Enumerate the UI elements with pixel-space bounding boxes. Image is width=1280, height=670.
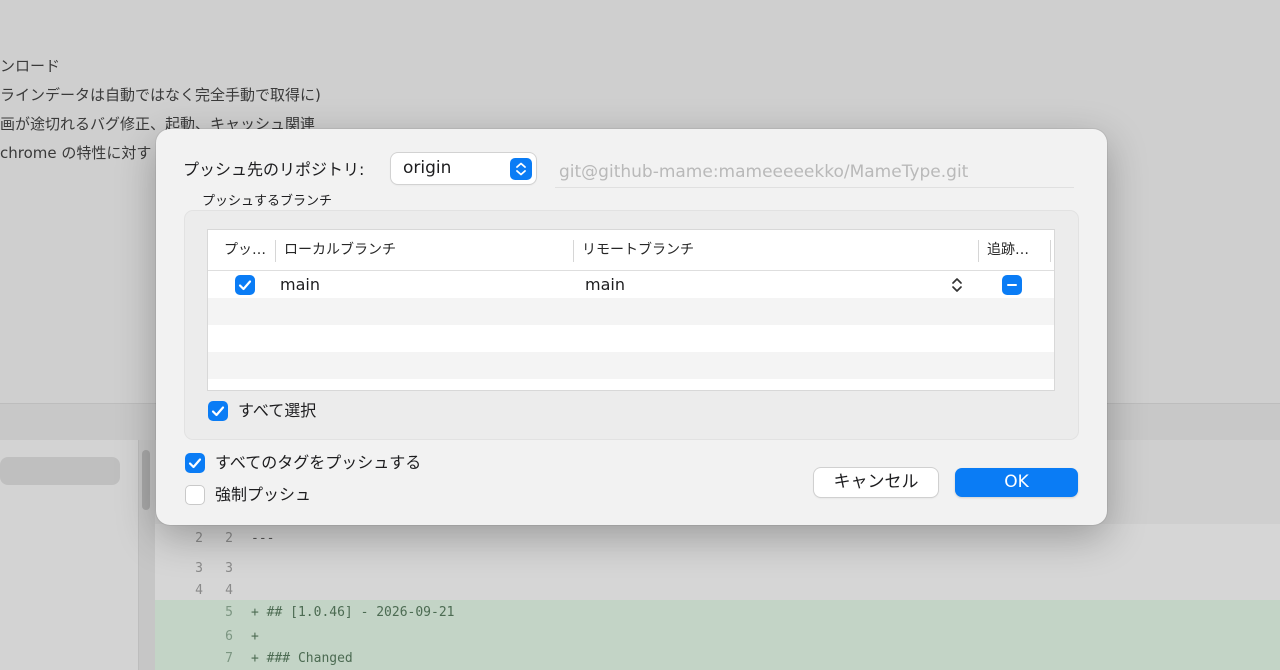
diff-line: 2 2 --- xyxy=(155,528,1280,550)
table-row-empty xyxy=(208,352,1054,379)
select-all-checkbox[interactable] xyxy=(208,401,228,421)
diff-line: 4 4 xyxy=(155,580,1280,602)
cancel-button[interactable]: キャンセル xyxy=(814,468,938,497)
diff-text: + ## [1.0.46] - 2026-09-21 xyxy=(251,605,455,620)
column-header-remote-branch[interactable]: リモートブランチ xyxy=(582,230,962,270)
select-all-label[interactable]: すべて選択 xyxy=(238,400,316,422)
up-down-chevron-icon xyxy=(510,158,532,180)
checkmark-icon xyxy=(188,458,202,469)
up-down-chevron-icon[interactable] xyxy=(950,275,964,299)
push-all-tags-checkbox[interactable] xyxy=(185,453,205,473)
force-push-label[interactable]: 強制プッシュ xyxy=(215,484,311,506)
column-separator xyxy=(978,240,979,262)
repository-select[interactable]: origin xyxy=(391,153,536,184)
remote-branch-select[interactable]: main xyxy=(585,271,625,298)
diff-old-line-number: 3 xyxy=(195,561,203,576)
diff-line-added: 7 + ### Changed xyxy=(155,648,1280,670)
column-separator xyxy=(573,240,574,262)
diff-old-line-number: 4 xyxy=(195,583,203,598)
push-checkbox[interactable] xyxy=(235,275,255,295)
diff-new-line-number: 3 xyxy=(225,561,233,576)
push-all-tags-label[interactable]: すべてのタグをプッシュする xyxy=(215,452,421,474)
checkmark-icon xyxy=(211,406,225,417)
column-header-push[interactable]: プッ… xyxy=(224,230,272,270)
track-mixed-checkbox[interactable] xyxy=(1002,275,1022,295)
local-branch-name: main xyxy=(280,275,320,294)
branches-table: プッ… ローカルブランチ リモートブランチ 追跡… main main xyxy=(208,230,1054,390)
checkmark-icon xyxy=(238,280,252,291)
push-dialog: プッシュ先のリポジトリ: origin git@github-mame:mame… xyxy=(156,129,1107,525)
diff-new-line-number: 5 xyxy=(225,605,233,620)
column-header-track[interactable]: 追跡… xyxy=(987,230,1039,270)
branches-group-title: プッシュするブランチ xyxy=(202,194,333,209)
diff-old-line-number: 2 xyxy=(195,531,203,546)
note-line: ラインデータは自動ではなく完全手動で取得に) xyxy=(0,86,321,104)
diff-line: 3 3 xyxy=(155,558,1280,580)
diff-text: + xyxy=(251,629,259,644)
diff-line-added: 5 + ## [1.0.46] - 2026-09-21 xyxy=(155,600,1280,626)
diff-line-added: 6 + xyxy=(155,626,1280,648)
ok-button[interactable]: OK xyxy=(955,468,1078,497)
table-row-empty xyxy=(208,325,1054,352)
diff-new-line-number: 4 xyxy=(225,583,233,598)
background-scrollbar-thumb xyxy=(142,450,150,510)
note-line: ンロード xyxy=(0,57,61,75)
background-selected-file xyxy=(0,457,120,485)
column-header-local-branch[interactable]: ローカルブランチ xyxy=(284,230,564,270)
column-separator xyxy=(275,240,276,262)
diff-new-line-number: 6 xyxy=(225,629,233,644)
repository-select-value: origin xyxy=(403,158,452,178)
table-row[interactable]: main main xyxy=(208,271,1054,298)
diff-text: --- xyxy=(251,531,275,546)
column-separator xyxy=(1050,240,1051,262)
repository-url: git@github-mame:mameeeeekko/MameType.git xyxy=(555,157,1074,188)
diff-new-line-number: 2 xyxy=(225,531,233,546)
table-header: プッ… ローカルブランチ リモートブランチ 追跡… xyxy=(208,230,1054,271)
table-row-empty xyxy=(208,298,1054,325)
diff-text: + ### Changed xyxy=(251,651,353,666)
repository-label: プッシュ先のリポジトリ: xyxy=(183,160,365,179)
diff-new-line-number: 7 xyxy=(225,651,233,666)
force-push-checkbox[interactable] xyxy=(185,485,205,505)
background-diff-view: 2 2 --- 3 3 4 4 5 + ## [1.0.46] - 2026-0… xyxy=(155,524,1280,670)
